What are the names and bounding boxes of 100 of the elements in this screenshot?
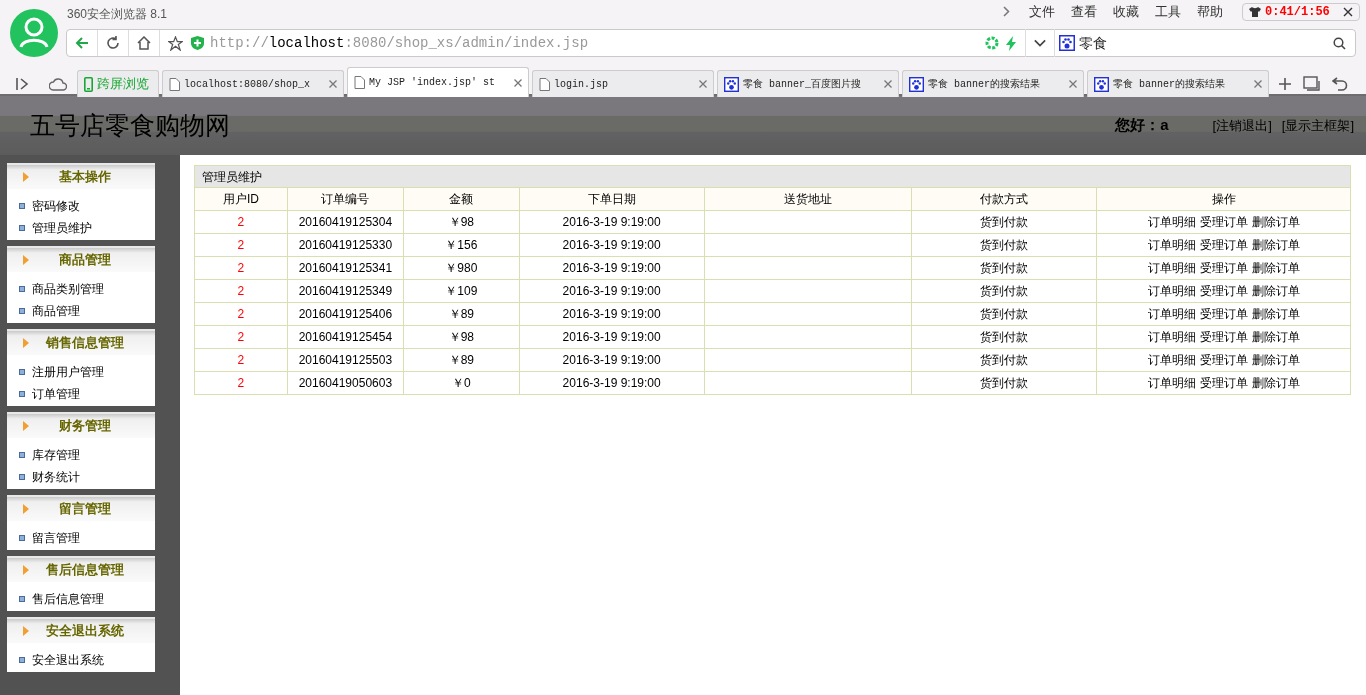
column-header: 订单编号 [287, 187, 404, 211]
column-header: 用户ID [194, 187, 288, 211]
action-link[interactable]: 订单明细 [1147, 351, 1196, 369]
sidebar-link[interactable]: 留言管理 [32, 529, 80, 547]
triangle-icon [23, 338, 29, 348]
menu-item[interactable]: 帮助 [1197, 2, 1223, 22]
menu-item[interactable]: 收藏 [1113, 2, 1139, 22]
timer-overlay: 0:41/1:56 [1265, 5, 1330, 18]
paw-icon [909, 76, 924, 92]
sidebar-link[interactable]: 售后信息管理 [32, 590, 104, 608]
action-link[interactable]: 删除订单 [1251, 351, 1300, 369]
sidebar-link[interactable]: 商品管理 [32, 302, 80, 320]
sidebar-link[interactable]: 财务统计 [32, 468, 80, 486]
paw-icon [1094, 76, 1109, 92]
action-link[interactable]: 受理订单 [1199, 282, 1248, 300]
table-cell: 2 [194, 371, 288, 395]
table-cell: 2 [194, 233, 288, 257]
triangle-icon [23, 565, 29, 575]
action-link[interactable]: 删除订单 [1251, 305, 1300, 323]
undo-icon[interactable] [1332, 77, 1348, 91]
table-cell: 货到付款 [911, 371, 1097, 395]
table-cell: 货到付款 [911, 325, 1097, 349]
panel-header[interactable]: 财务管理 [7, 412, 155, 438]
table-cell: 货到付款 [911, 233, 1097, 257]
panel-header[interactable]: 售后信息管理 [7, 556, 155, 582]
sidebar-link[interactable]: 管理员维护 [32, 219, 92, 237]
action-link[interactable]: 删除订单 [1251, 213, 1300, 231]
table-cell: 2016-3-19 9:19:00 [519, 210, 705, 234]
sidebar-link[interactable]: 安全退出系统 [32, 651, 104, 669]
panel-header[interactable]: 留言管理 [7, 495, 155, 521]
sidebar-link[interactable]: 订单管理 [32, 385, 80, 403]
action-link[interactable]: 订单明细 [1147, 374, 1196, 392]
sidebar-toggle-icon[interactable] [15, 77, 29, 91]
action-link[interactable]: 受理订单 [1199, 259, 1248, 277]
phone-icon [84, 76, 93, 92]
site-title: 五号店零食购物网 [30, 109, 230, 142]
menu-item[interactable]: 工具 [1155, 2, 1181, 22]
browser-tab[interactable]: localhost:8080/shop_x [162, 70, 344, 97]
browser-tab[interactable]: 零食 banner_百度图片搜 [717, 70, 899, 97]
table-cell: 货到付款 [911, 302, 1097, 326]
table-cell: 2016-3-19 9:19:00 [519, 371, 705, 395]
table-cell: ￥980 [403, 256, 520, 280]
action-link[interactable]: 受理订单 [1199, 328, 1248, 346]
action-link[interactable]: 订单明细 [1147, 282, 1196, 300]
table-cell: ￥109 [403, 279, 520, 303]
action-link[interactable]: 订单明细 [1147, 259, 1196, 277]
panel-header[interactable]: 商品管理 [7, 246, 155, 272]
panel-header[interactable]: 基本操作 [7, 163, 155, 189]
sidebar-link[interactable]: 商品类别管理 [32, 280, 104, 298]
sidebar-link[interactable]: 密码修改 [32, 197, 80, 215]
sidebar-link[interactable]: 库存管理 [32, 446, 80, 464]
table-cell: 2016-3-19 9:19:00 [519, 302, 705, 326]
triangle-icon [23, 172, 29, 182]
table-cell: 2 [194, 348, 288, 372]
column-header: 下单日期 [519, 187, 705, 211]
action-link[interactable]: 受理订单 [1199, 351, 1248, 369]
app-title: 360安全浏览器 8.1 [67, 6, 168, 23]
triangle-icon [23, 504, 29, 514]
column-header: 操作 [1096, 187, 1351, 211]
action-link[interactable]: 受理订单 [1199, 236, 1248, 254]
page-icon [539, 77, 550, 91]
action-link[interactable]: 订单明细 [1147, 305, 1196, 323]
table-cell: 2 [194, 210, 288, 234]
action-link[interactable]: 删除订单 [1251, 259, 1300, 277]
table-title: 管理员维护 [194, 165, 1351, 188]
bullet-icon [19, 391, 25, 397]
table-cell: ￥98 [403, 325, 520, 349]
action-link[interactable]: 订单明细 [1147, 328, 1196, 346]
browser-tab[interactable]: 零食 banner的搜索结果 [1087, 70, 1269, 97]
chevron-icon[interactable] [1003, 6, 1010, 18]
header-link[interactable]: [显示主框架] [1281, 115, 1354, 136]
shirt-icon[interactable] [1249, 5, 1261, 18]
action-link[interactable]: 删除订单 [1251, 374, 1300, 392]
cloud-icon[interactable] [49, 77, 67, 91]
new-tab-icon[interactable] [1279, 78, 1291, 90]
panel-header[interactable]: 销售信息管理 [7, 329, 155, 355]
sidebar-link[interactable]: 注册用户管理 [32, 363, 104, 381]
action-link[interactable]: 订单明细 [1147, 213, 1196, 231]
bullet-icon [19, 535, 25, 541]
browser-tab[interactable]: 零食 banner的搜索结果 [902, 70, 1084, 97]
close-icon[interactable] [1343, 6, 1353, 17]
panel-header[interactable]: 安全退出系统 [7, 617, 155, 643]
action-link[interactable]: 删除订单 [1251, 236, 1300, 254]
table-cell: 货到付款 [911, 279, 1097, 303]
browser-tab[interactable]: login.jsp [532, 70, 714, 97]
action-link[interactable]: 受理订单 [1199, 213, 1248, 231]
table-cell: 货到付款 [911, 210, 1097, 234]
menu-item[interactable]: 查看 [1071, 2, 1097, 22]
triangle-icon [23, 255, 29, 265]
table-cell: ￥89 [403, 302, 520, 326]
table-cell: 20160419125349 [287, 279, 404, 303]
action-link[interactable]: 订单明细 [1147, 236, 1196, 254]
header-link[interactable]: [注销退出] [1212, 115, 1272, 136]
menu-item[interactable]: 文件 [1029, 2, 1055, 22]
action-link[interactable]: 受理订单 [1199, 374, 1248, 392]
window-list-icon[interactable] [1303, 76, 1320, 91]
action-link[interactable]: 受理订单 [1199, 305, 1248, 323]
action-link[interactable]: 删除订单 [1251, 328, 1300, 346]
action-link[interactable]: 删除订单 [1251, 282, 1300, 300]
browser-tab[interactable]: My JSP 'index.jsp' st [347, 67, 529, 97]
